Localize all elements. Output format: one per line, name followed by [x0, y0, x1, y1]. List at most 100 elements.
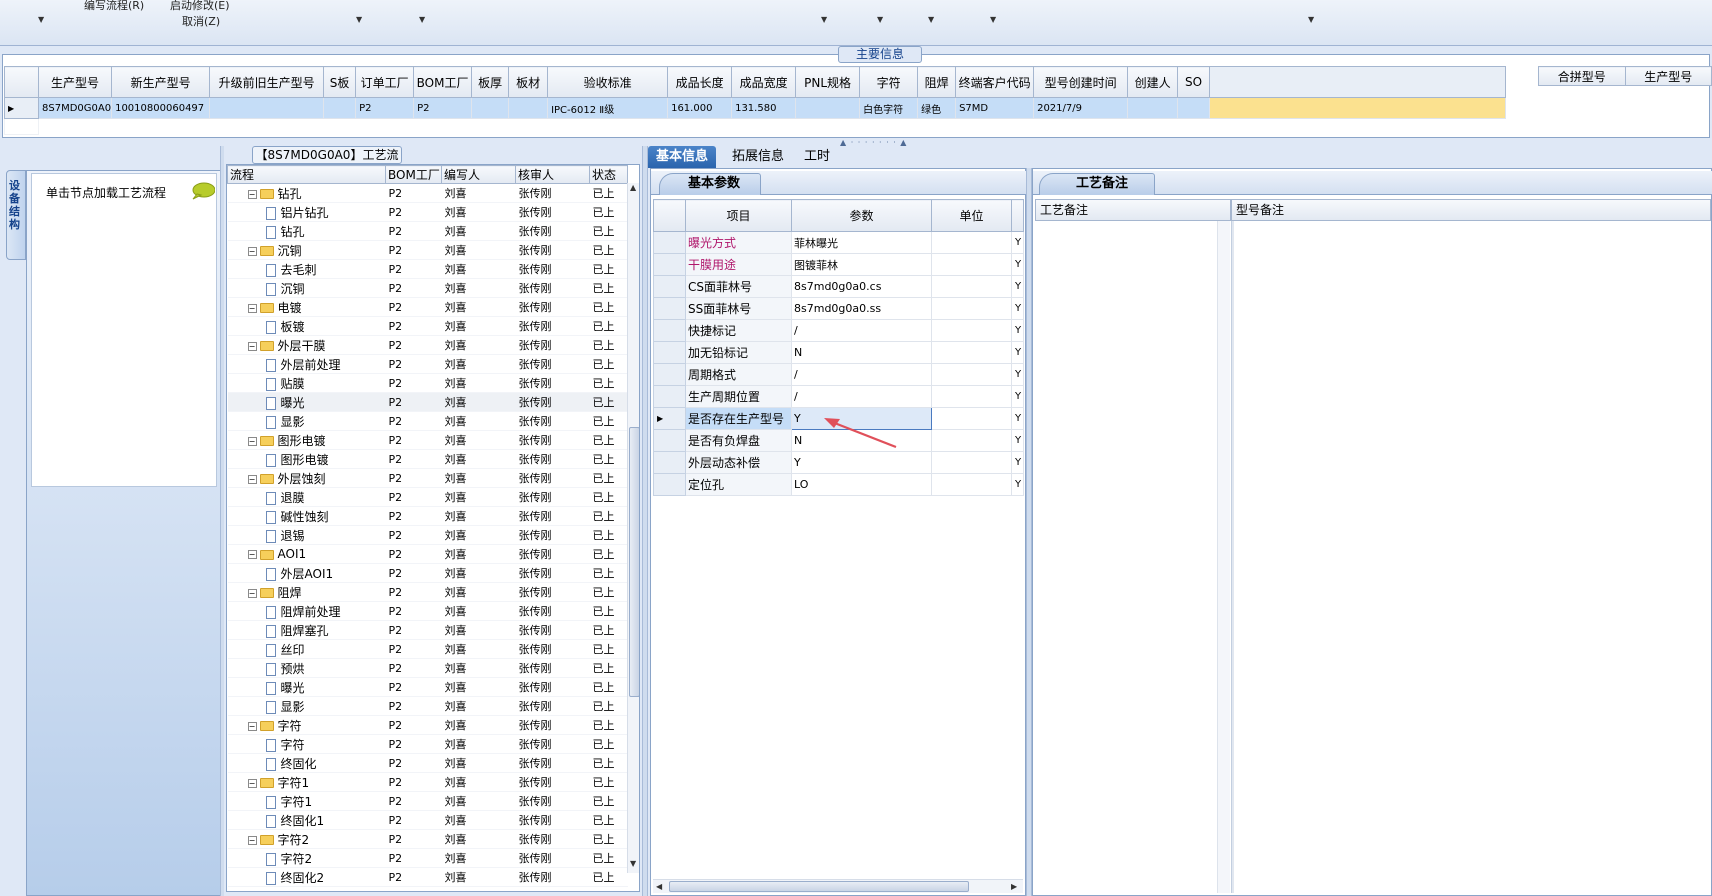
table-cell[interactable]: 2021/7/9 [1033, 97, 1129, 119]
tree-row[interactable]: 退膜 P2 刘喜 张传刚 已上 [227, 487, 628, 507]
table-cell[interactable]: IPC-6012 Ⅱ级 [547, 97, 669, 119]
tree-row[interactable]: − 沉铜 P2 刘喜 张传刚 已上 [227, 240, 628, 260]
column-header[interactable]: 阻焊 [917, 66, 957, 98]
table-cell[interactable]: 绿色 [917, 97, 957, 119]
tree-row[interactable]: − 外层蚀刻 P2 刘喜 张传刚 已上 [227, 468, 628, 488]
table-cell[interactable]: S7MD [955, 97, 1035, 119]
column-header[interactable]: 板厚 [471, 66, 510, 98]
process-remark-textarea[interactable] [1035, 221, 1217, 893]
remark-column-splitter[interactable] [1231, 221, 1234, 893]
table-row[interactable]: 外层动态补偿 Y Y [653, 451, 1024, 474]
param-unit[interactable] [931, 275, 1012, 298]
tree-node[interactable]: − 字符 [227, 715, 386, 735]
table-row[interactable]: 快捷标记 / Y [653, 319, 1024, 342]
tree-node[interactable]: − 电镀 [227, 297, 386, 317]
tree-row[interactable]: − 外层干膜 P2 刘喜 张传刚 已上 [227, 335, 628, 355]
dropdown-arrow-icon[interactable]: ▼ [821, 15, 827, 24]
table-cell[interactable] [795, 97, 861, 119]
param-unit[interactable] [931, 319, 1012, 342]
table-cell[interactable] [1127, 97, 1179, 119]
dropdown-arrow-icon[interactable]: ▼ [1308, 15, 1314, 24]
dropdown-arrow-icon[interactable]: ▼ [38, 15, 44, 24]
tree-node[interactable]: 退锡 [227, 525, 386, 545]
collapse-toggle-icon[interactable]: − [247, 436, 257, 446]
tree-vertical-scrollbar[interactable]: ▲ ▼ [627, 183, 639, 873]
tree-node[interactable]: 板镀 [227, 316, 386, 336]
table-row[interactable]: 曝光方式 菲林曝光 Y [653, 231, 1024, 254]
column-header[interactable]: 状态 [589, 165, 628, 184]
scroll-left-icon[interactable]: ◀ [656, 882, 662, 891]
scroll-up-icon[interactable]: ▲ [630, 183, 636, 192]
param-unit[interactable] [931, 341, 1012, 364]
tree-node[interactable]: 丝印 [227, 639, 386, 659]
tree-row[interactable]: 显影 P2 刘喜 张传刚 已上 [227, 411, 628, 431]
column-header[interactable]: 生产型号 [1624, 66, 1712, 86]
tree-row[interactable]: 沉铜 P2 刘喜 张传刚 已上 [227, 278, 628, 298]
table-row[interactable]: 定位孔 LO Y [653, 473, 1024, 496]
tree-row[interactable]: 字符 P2 刘喜 张传刚 已上 [227, 734, 628, 754]
param-value[interactable]: LO [791, 473, 932, 496]
tree-node[interactable]: − 字符2 [227, 829, 386, 849]
tree-row[interactable]: 预烘 P2 刘喜 张传刚 已上 [227, 658, 628, 678]
basic-params-title[interactable]: 基本参数 [659, 173, 762, 195]
column-header[interactable]: PNL规格 [795, 66, 861, 98]
table-cell[interactable]: P2 [355, 97, 415, 119]
table-cell[interactable]: 10010800060497 [111, 97, 211, 119]
tree-node[interactable]: − 阻焊 [227, 582, 386, 602]
column-header[interactable]: 订单工厂 [355, 66, 415, 98]
table-cell[interactable]: 8S7MD0G0A0 [37, 97, 113, 119]
column-header[interactable]: 合拼型号 [1538, 66, 1626, 86]
tree-row[interactable]: 曝光 P2 刘喜 张传刚 已上 [227, 677, 628, 697]
tree-node[interactable]: 外层AOI1 [227, 563, 386, 583]
tree-row[interactable]: 阻焊前处理 P2 刘喜 张传刚 已上 [227, 601, 628, 621]
param-unit[interactable] [931, 473, 1012, 496]
tree-row[interactable]: 终固化1 P2 刘喜 张传刚 已上 [227, 810, 628, 830]
collapse-toggle-icon[interactable]: − [247, 588, 257, 598]
collapse-toggle-icon[interactable]: − [247, 341, 257, 351]
menu-start-edit[interactable]: 启动修改(E) [170, 0, 230, 13]
menu-cancel[interactable]: 取消(Z) [182, 13, 220, 29]
tree-node[interactable]: 沉铜 [227, 278, 386, 298]
tree-node[interactable]: − AOI1 [227, 544, 386, 564]
column-header[interactable]: 项目 [685, 199, 792, 232]
column-header[interactable]: 终端客户代码 [955, 66, 1035, 98]
tree-row[interactable]: − 电镀 P2 刘喜 张传刚 已上 [227, 297, 628, 317]
column-header[interactable]: 单位 [931, 199, 1012, 232]
tree-row[interactable]: 字符1 P2 刘喜 张传刚 已上 [227, 791, 628, 811]
remarks-tab[interactable]: 工艺备注 [1039, 173, 1156, 195]
dropdown-arrow-icon[interactable]: ▼ [419, 15, 425, 24]
collapse-toggle-icon[interactable]: − [247, 303, 257, 313]
dropdown-arrow-icon[interactable]: ▼ [990, 15, 996, 24]
tree-node[interactable]: − 字符1 [227, 772, 386, 792]
tree-row[interactable]: 阻焊塞孔 P2 刘喜 张传刚 已上 [227, 620, 628, 640]
collapse-toggle-icon[interactable]: − [247, 189, 257, 199]
table-cell[interactable]: 白色字符 [859, 97, 919, 119]
column-header[interactable]: S板 [323, 66, 357, 98]
tree-node[interactable]: 曝光 [227, 392, 386, 412]
scroll-thumb[interactable] [669, 881, 969, 892]
tree-row[interactable]: 图形电镀 P2 刘喜 张传刚 已上 [227, 449, 628, 469]
tree-node[interactable]: 字符 [227, 734, 386, 754]
param-value[interactable]: Y [791, 451, 932, 474]
tree-node[interactable]: 曝光 [227, 677, 386, 697]
collapse-toggle-icon[interactable]: − [247, 246, 257, 256]
param-unit[interactable] [931, 253, 1012, 276]
model-remark-textarea[interactable] [1235, 221, 1709, 893]
tree-node[interactable]: 终固化2 [227, 867, 386, 887]
table-row[interactable]: ▶ 8S7MD0G0A0 10010800060497 P2 P2 IPC-6012 Ⅱ… [4, 97, 1507, 119]
tree-node[interactable]: − 沉铜 [227, 240, 386, 260]
tab-basic-info[interactable]: 基本信息 [648, 146, 717, 168]
column-header[interactable]: 板材 [508, 66, 549, 98]
tree-row[interactable]: 碱性蚀刻 P2 刘喜 张传刚 已上 [227, 506, 628, 526]
table-cell[interactable] [1177, 97, 1211, 119]
tab-work-hours[interactable]: 工时 [796, 146, 838, 168]
tree-row[interactable]: 终固化 P2 刘喜 张传刚 已上 [227, 753, 628, 773]
tree-node[interactable]: − 外层干膜 [227, 335, 386, 355]
tree-row[interactable]: 去毛刺 P2 刘喜 张传刚 已上 [227, 259, 628, 279]
params-horizontal-scrollbar[interactable]: ◀ ▶ [653, 879, 1023, 893]
tree-row[interactable]: 丝印 P2 刘喜 张传刚 已上 [227, 639, 628, 659]
param-unit[interactable] [931, 231, 1012, 254]
table-cell[interactable] [323, 97, 357, 119]
tree-row[interactable]: 铝片钻孔 P2 刘喜 张传刚 已上 [227, 202, 628, 222]
tree-row[interactable]: 显影 P2 刘喜 张传刚 已上 [227, 696, 628, 716]
